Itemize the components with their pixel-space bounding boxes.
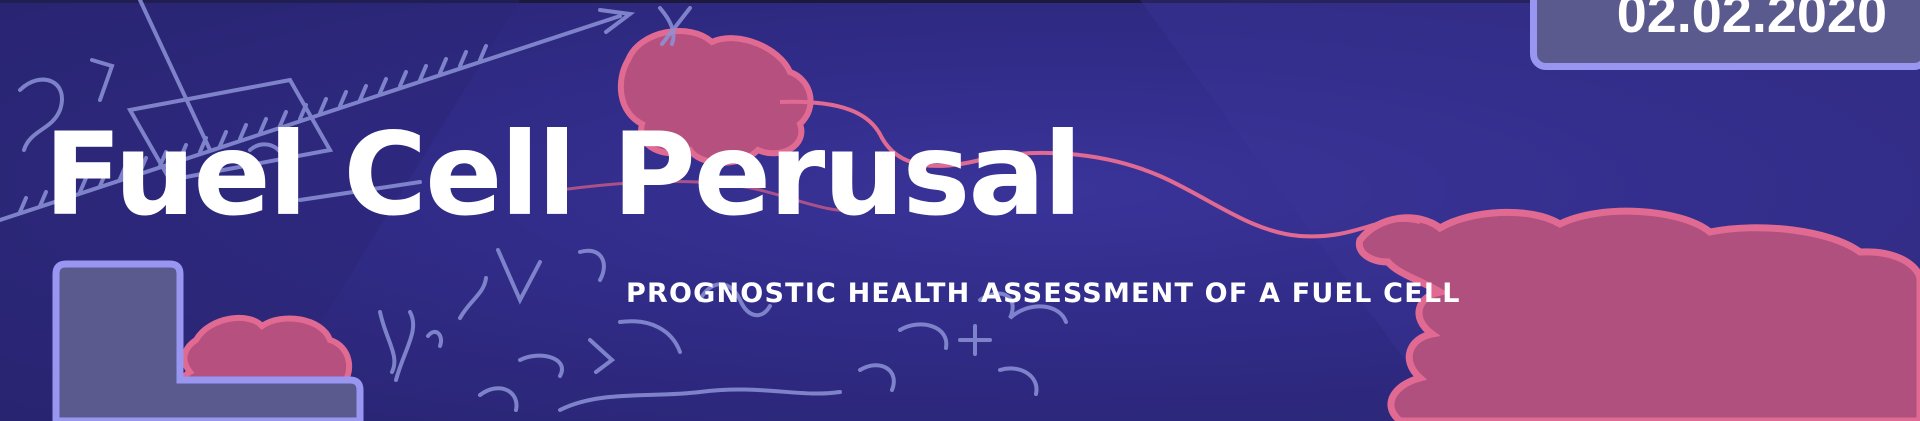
page-title: Fuel Cell Perusal — [44, 108, 1082, 241]
header-banner: Fuel Cell Perusal PROGNOSTIC HEALTH ASSE… — [0, 0, 1920, 421]
date-badge: 02.02.2020 — [1530, 0, 1920, 70]
page-subtitle: PROGNOSTIC HEALTH ASSESSMENT OF A FUEL C… — [626, 278, 1461, 309]
pink-blob-right — [1355, 207, 1920, 421]
date-label: 02.02.2020 — [1616, 0, 1887, 44]
